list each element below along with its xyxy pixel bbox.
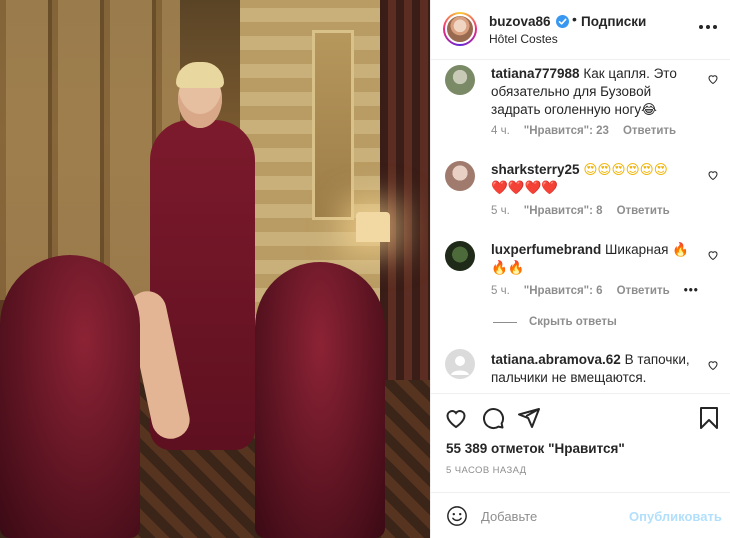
post-photo[interactable] [0, 0, 430, 538]
comment-time[interactable]: 5 ч. [491, 285, 510, 297]
header-separator: • [572, 11, 577, 27]
author-avatar[interactable] [443, 12, 477, 46]
comment-more-icon[interactable]: ••• [684, 285, 699, 297]
commenter-username[interactable]: tatiana.abramova.62 [491, 352, 621, 367]
commenter-avatar[interactable] [445, 349, 475, 379]
commenter-avatar[interactable] [445, 241, 475, 271]
post-timestamp[interactable]: 5 ЧАСОВ НАЗАД [446, 465, 527, 476]
comment-body-line2: ❤️❤️❤️❤️ [491, 180, 559, 195]
comments-list: tatiana777988 Как цапля. Это обязательно… [431, 61, 730, 393]
comment-like-icon[interactable] [707, 249, 719, 261]
comment-text: luxperfumebrand Шикарная 🔥 🔥🔥 [491, 241, 701, 277]
comment-text: sharksterry25 😍😍😍😍😍😍 ❤️❤️❤️❤️ [491, 161, 701, 197]
comment-bubble-icon[interactable] [481, 406, 505, 430]
post-sidebar: buzova86 • Подписки Hôtel Costes tatiana… [430, 0, 730, 538]
comment-likes[interactable]: "Нравится": 23 [524, 125, 609, 137]
comment-body-line2: 🔥🔥 [491, 260, 525, 275]
comment-input[interactable] [481, 503, 631, 529]
photo-lamp [356, 212, 390, 242]
comment-text: tatiana777988 Как цапля. Это обязательно… [491, 65, 701, 119]
comment-meta: 4 ч. "Нравится": 23 Ответить [491, 125, 676, 137]
hide-replies-label: Скрыть ответы [529, 316, 617, 328]
comment-like-icon[interactable] [707, 73, 719, 85]
hide-replies-button[interactable]: Скрыть ответы [493, 316, 617, 328]
reply-button[interactable]: Ответить [623, 125, 676, 137]
commenter-username[interactable]: tatiana777988 [491, 66, 580, 81]
smile-icon[interactable] [446, 505, 468, 527]
comment-time[interactable]: 4 ч. [491, 125, 510, 137]
verified-icon [556, 15, 569, 28]
more-options-icon[interactable] [699, 22, 717, 32]
commenter-avatar[interactable] [445, 161, 475, 191]
comment-body: Шикарная 🔥 [605, 242, 690, 257]
add-comment-bar: Опубликовать [431, 492, 730, 538]
reply-button[interactable]: Ответить [617, 205, 670, 217]
post-actions [431, 393, 730, 441]
paper-plane-icon[interactable] [517, 406, 541, 430]
commenter-username[interactable]: luxperfumebrand [491, 242, 601, 257]
author-username[interactable]: buzova86 [489, 14, 551, 29]
comment-like-icon[interactable] [707, 359, 719, 371]
comment-meta: 5 ч. "Нравится": 6 Ответить ••• [491, 285, 699, 297]
comment-body: 😍😍😍😍😍😍 [583, 162, 668, 177]
heart-icon[interactable] [444, 406, 468, 430]
comment-likes[interactable]: "Нравится": 6 [524, 285, 603, 297]
comment-time[interactable]: 5 ч. [491, 205, 510, 217]
reply-button[interactable]: Ответить [617, 285, 670, 297]
hide-replies-line [493, 321, 517, 323]
commenter-username[interactable]: sharksterry25 [491, 162, 580, 177]
publish-button[interactable]: Опубликовать [629, 509, 722, 524]
commenter-avatar[interactable] [445, 65, 475, 95]
photo-figure-hair [176, 62, 224, 88]
photo-chair-left [0, 255, 140, 538]
likes-count[interactable]: 55 389 отметок "Нравится" [446, 441, 625, 456]
comment-text: tatiana.abramova.62 В тапочки, пальчики … [491, 351, 701, 387]
post-header: buzova86 • Подписки Hôtel Costes [431, 0, 730, 60]
photo-chair-right [255, 262, 385, 538]
comment-likes[interactable]: "Нравится": 8 [524, 205, 603, 217]
comment-like-icon[interactable] [707, 169, 719, 181]
post-location[interactable]: Hôtel Costes [489, 32, 558, 46]
comment-meta: 5 ч. "Нравится": 8 Ответить [491, 205, 670, 217]
photo-curtain [380, 0, 430, 420]
following-button[interactable]: Подписки [581, 14, 646, 29]
photo-wall-frame [312, 30, 354, 220]
bookmark-icon[interactable] [697, 406, 721, 430]
